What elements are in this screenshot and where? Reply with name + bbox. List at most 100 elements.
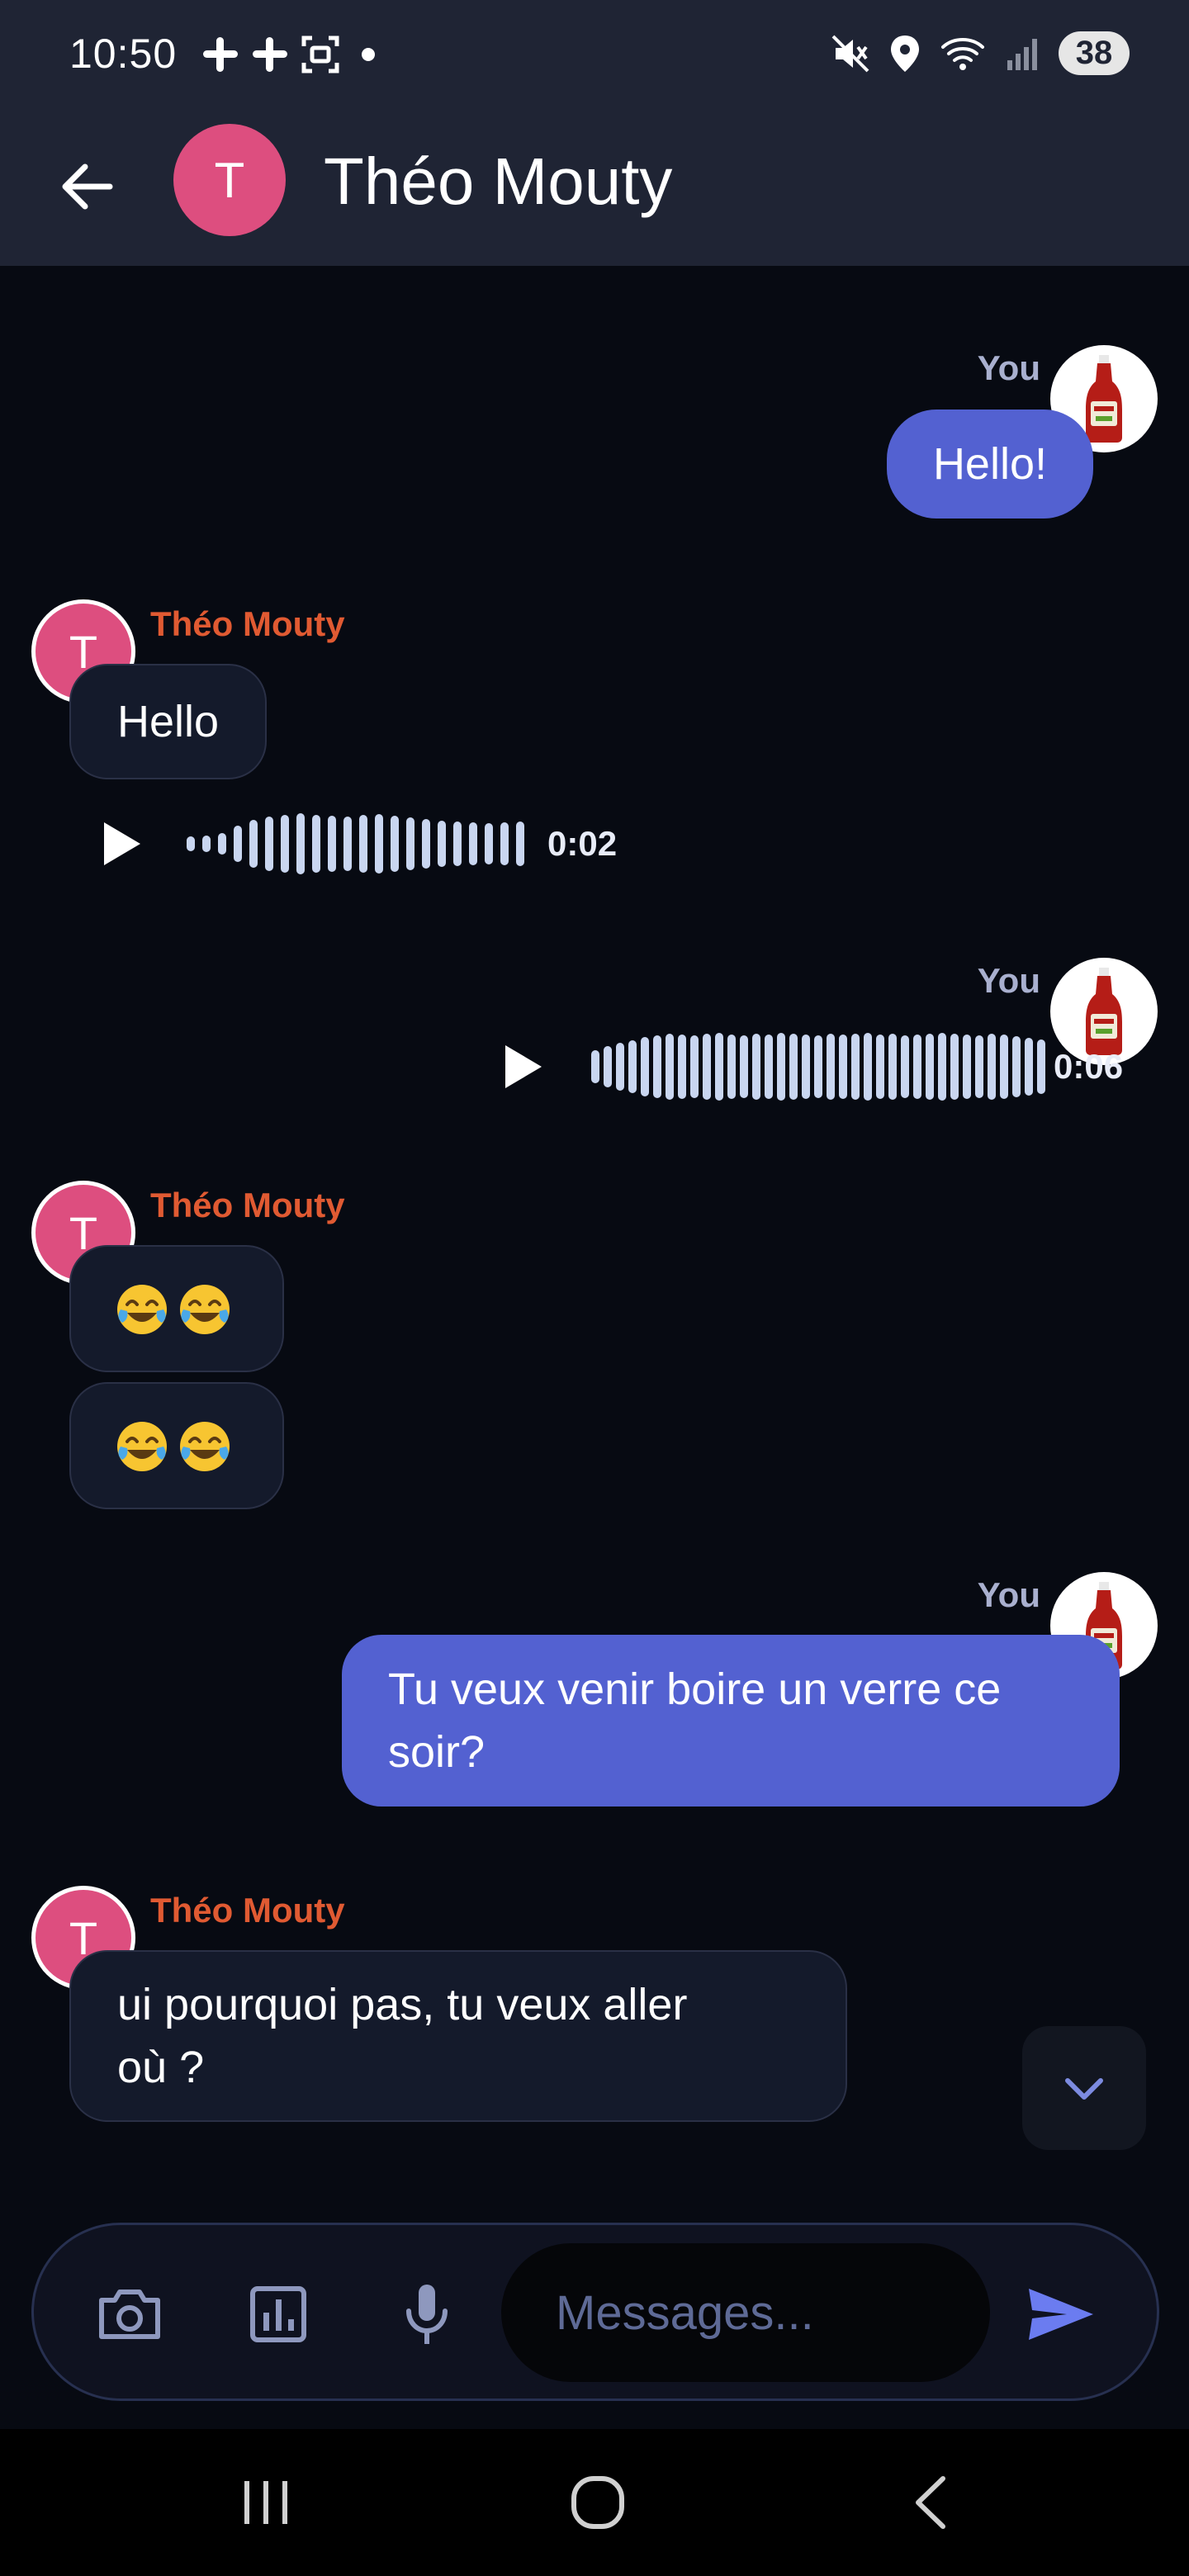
waveform-bar [1037, 1039, 1045, 1094]
message-line: soir? [388, 1727, 486, 1777]
waveform-bar [963, 1035, 971, 1099]
message-bubble-received[interactable] [69, 1245, 284, 1372]
message-bubble-sent[interactable]: Hello! [886, 410, 1093, 519]
screenshot-icon [301, 36, 339, 73]
ketchup-bottle-icon [1086, 355, 1122, 443]
back-nav-button[interactable] [880, 2465, 979, 2540]
waveform-bar [591, 1050, 599, 1083]
slack-icon [253, 37, 287, 72]
waveform-bar [851, 1034, 860, 1100]
waveform-bar [888, 1034, 897, 1100]
camera-button[interactable] [88, 2273, 171, 2356]
home-button[interactable] [548, 2465, 647, 2540]
waveform-bar [281, 815, 289, 873]
play-icon[interactable] [97, 819, 144, 869]
send-icon [1029, 2289, 1093, 2340]
waveform-bar [727, 1035, 736, 1099]
waveform-bar [975, 1035, 983, 1098]
audio-waveform[interactable] [187, 813, 524, 874]
waveform-bar [814, 1035, 822, 1098]
waveform-bar [641, 1037, 649, 1096]
waveform-bar [628, 1040, 637, 1093]
poll-button[interactable] [237, 2273, 320, 2356]
microphone-button[interactable] [386, 2273, 468, 2356]
message-bubble-received[interactable] [69, 1382, 284, 1509]
location-icon [891, 35, 919, 72]
recent-apps-button[interactable] [216, 2465, 315, 2540]
waveform-bar [391, 816, 399, 872]
chat-screen: 10:50 38 T Théo Mouty You Hello! T Théo … [0, 0, 1189, 2576]
contact-avatar[interactable]: T [173, 124, 286, 236]
waveform-bar [876, 1035, 884, 1099]
message-input[interactable] [501, 2243, 990, 2382]
sender-name: Théo Mouty [150, 604, 345, 643]
waveform-bar [765, 1035, 773, 1099]
message-bubble-sent[interactable]: Tu veux venir boire un verre ce soir? [342, 1635, 1120, 1807]
waveform-bar [375, 814, 383, 874]
contact-name[interactable]: Théo Mouty [324, 144, 672, 220]
chevron-down-icon [1065, 2078, 1103, 2100]
waveform-bar [839, 1035, 847, 1099]
status-bar: 10:50 38 [0, 0, 1189, 107]
scroll-to-bottom-button[interactable] [1022, 2026, 1146, 2150]
waveform-bar [312, 815, 320, 873]
waveform-bar [343, 817, 352, 871]
chat-header: T Théo Mouty [0, 107, 1189, 266]
message-line: ui pourquoi pas, tu veux aller [117, 1980, 688, 2029]
audio-duration: 0:02 [547, 824, 618, 863]
waveform-bar [653, 1035, 661, 1098]
message-bubble-received[interactable]: Hello [69, 664, 268, 779]
waveform-bar [359, 815, 367, 873]
waveform-bar [616, 1043, 624, 1091]
back-button[interactable] [54, 154, 121, 220]
system-navigation-bar [0, 2429, 1189, 2576]
sender-name: You [977, 961, 1040, 1000]
waveform-bar [438, 821, 446, 867]
mute-icon [831, 35, 869, 72]
waveform-bar [202, 836, 211, 852]
back-nav-icon [916, 2476, 945, 2529]
recent-apps-icon [244, 2481, 287, 2524]
waveform-bar [406, 817, 414, 870]
waveform-bar [516, 822, 524, 866]
home-icon [571, 2476, 624, 2529]
arrow-left-icon [62, 163, 113, 210]
waveform-bar [864, 1033, 872, 1101]
send-button[interactable] [1020, 2273, 1102, 2356]
play-icon[interactable] [499, 1042, 545, 1091]
tears-of-joy-emoji-icon [117, 1285, 167, 1334]
tears-of-joy-emoji-icon [117, 1422, 167, 1471]
audio-waveform[interactable] [591, 1033, 1045, 1101]
waveform-bar [666, 1034, 674, 1100]
waveform-bar [678, 1035, 686, 1099]
waveform-bar [690, 1035, 699, 1098]
slack-icon [203, 37, 238, 72]
audio-message-received: 0:02 [97, 811, 617, 877]
message-line: Tu veux venir boire un verre ce [388, 1664, 1002, 1714]
waveform-bar [469, 822, 477, 865]
audio-message-sent: 0:06 [499, 1033, 1123, 1101]
waveform-bar [249, 820, 258, 868]
message-list[interactable]: You Hello! T Théo Mouty Hello 0:02 You 0… [0, 266, 1189, 2214]
waveform-bar [802, 1035, 810, 1099]
microphone-icon [406, 2285, 448, 2344]
waveform-bar [1012, 1036, 1021, 1097]
sender-name: Théo Mouty [150, 1891, 345, 1930]
waveform-bar [328, 816, 336, 872]
waveform-bar [422, 819, 430, 869]
waveform-bar [777, 1033, 785, 1101]
sender-name: Théo Mouty [150, 1186, 345, 1224]
message-bubble-received[interactable]: ui pourquoi pas, tu veux aller où ? [69, 1950, 847, 2122]
tears-of-joy-emoji-icon [180, 1422, 230, 1471]
dot-icon [362, 48, 375, 61]
sender-name: You [977, 348, 1040, 387]
waveform-bar [296, 813, 305, 874]
emoji-content [114, 1278, 239, 1341]
waveform-bar [218, 833, 226, 855]
waveform-bar [926, 1034, 934, 1100]
waveform-bar [740, 1035, 748, 1098]
message-composer [31, 2223, 1159, 2401]
waveform-bar [187, 836, 195, 851]
sender-name: You [977, 1575, 1040, 1614]
waveform-bar [265, 817, 273, 871]
